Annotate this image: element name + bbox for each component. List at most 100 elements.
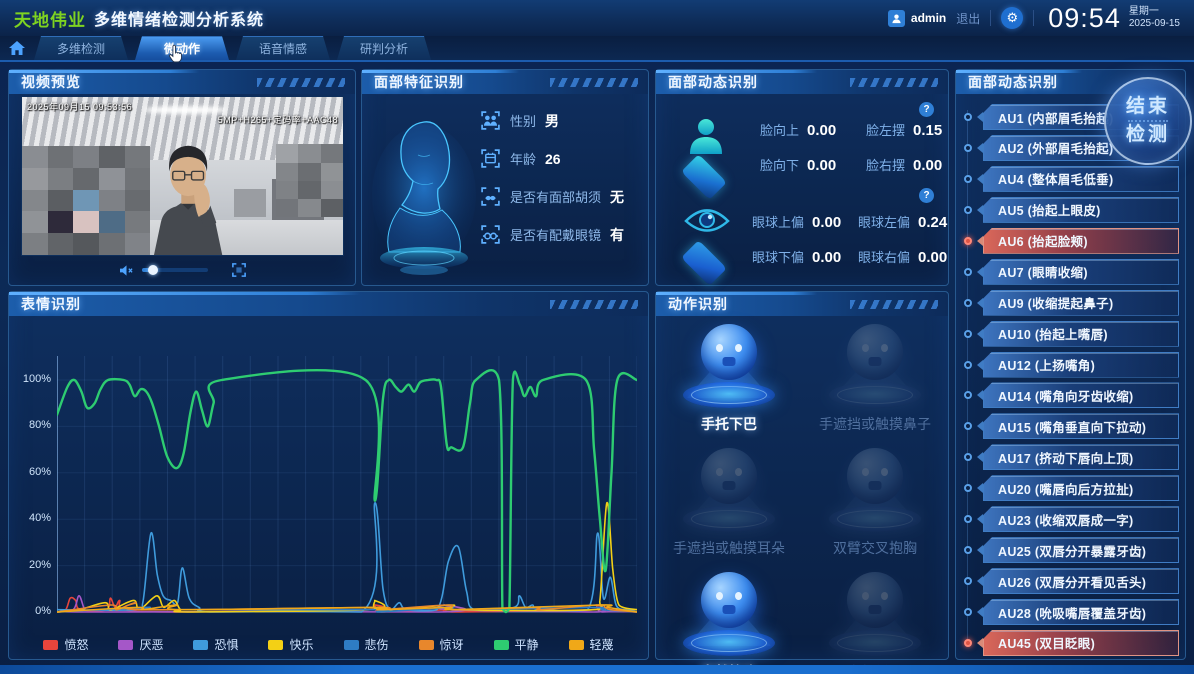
au-item[interactable]: AU20 (嘴唇向后方拉扯) [964,475,1179,501]
metric: 脸向下 0.00 [760,155,852,174]
au-item[interactable]: AU23 (收缩双唇成一字) [964,506,1179,532]
divider [1033,10,1034,26]
metric-label: 眼球左偏 [858,212,910,231]
au-item-box: AU45 (双目眨眼) [983,630,1179,656]
feature-label: 性别 [510,111,536,130]
fullscreen-icon[interactable] [232,263,246,277]
au-item[interactable]: AU6 (抬起脸颊) [964,228,1179,254]
metric-value: 0.00 [918,249,947,266]
panel-title: 视频预览 [9,72,81,92]
action-item[interactable]: 双臂交叉抱胸 [802,446,948,558]
mute-icon[interactable] [119,264,134,277]
feature-value: 有 [610,225,624,245]
mosaic-block [22,233,48,255]
video-datetime-overlay: 2025年09月15 09:53:56 [27,100,132,113]
legend-swatch [569,640,584,650]
au-item[interactable]: AU9 (收缩提起鼻子) [964,290,1179,316]
au-item-box: AU28 (吮吸嘴唇覆盖牙齿) [983,599,1179,625]
face-direction-icon [684,114,728,197]
feature-value: 无 [610,187,624,207]
panel-title: 面部动态识别 [656,72,758,92]
au-item[interactable]: AU15 (嘴角垂直向下拉动) [964,413,1179,439]
header-stripes-decoration [550,300,638,309]
legend-item: 愤怒 [43,636,88,653]
action-item[interactable]: 手遮挡或触摸鼻子 [802,322,948,434]
volume-slider[interactable] [142,268,208,272]
action-item[interactable]: 突然低头 [802,570,948,674]
face-orb-icon [701,324,757,380]
mosaic-block [73,233,99,255]
metric: 眼球下偏 0.00 [752,247,844,266]
au-item[interactable]: AU12 (上扬嘴角) [964,352,1179,378]
action-orb-stage [825,570,925,656]
au-item[interactable]: AU4 (整体眉毛低垂) [964,166,1179,192]
au-item-label: AU15 (嘴角垂直向下拉动) [984,417,1146,436]
action-label: 手托下巴 [701,414,757,434]
y-tick-label: 100% [17,373,51,385]
feature-value: 男 [545,111,559,131]
tab-voice-emotion[interactable]: 语音情感 [236,36,330,60]
settings-button[interactable]: ⚙ [1001,7,1023,29]
icon-platform [681,154,727,200]
mosaic-block [22,146,48,168]
hologram-platform [683,382,775,408]
eye-direction-group: 眼球上偏 0.00 眼球左偏 0.24 眼球下偏 0.00 眼球右偏 0.00 [656,206,948,286]
au-item-label: AU9 (收缩提起鼻子) [984,293,1113,312]
volume-knob[interactable] [148,265,158,275]
video-preview-panel: 视频预览 2025年09月15 09:53:56 5MP+H265+定码率+AA… [8,69,356,286]
mosaic-block [22,168,48,190]
au-item[interactable]: AU10 (抬起上嘴唇) [964,321,1179,347]
au-item[interactable]: AU14 (嘴角向牙齿收缩) [964,382,1179,408]
metric: 脸左摆 0.15 [866,120,958,139]
au-item[interactable]: AU26 (双唇分开看见舌头) [964,568,1179,594]
metric: 脸向上 0.00 [760,120,852,139]
panel-header: 表情识别 [9,292,648,316]
user-chip[interactable]: admin [888,10,946,27]
au-item-label: AU4 (整体眉毛低垂) [984,169,1113,188]
legend-item: 厌恶 [118,636,163,653]
action-item[interactable]: 突然抬头 [656,570,802,674]
au-item-label: AU28 (吮吸嘴唇覆盖牙齿) [984,603,1146,622]
mosaic-block [276,144,298,162]
au-item[interactable]: AU5 (抬起上眼皮) [964,197,1179,223]
mosaic-block [99,211,125,233]
au-item[interactable]: AU25 (双唇分开暴露牙齿) [964,537,1179,563]
home-button[interactable] [0,36,34,60]
au-item[interactable]: AU45 (双目眨眼) [964,630,1179,656]
logout-link[interactable]: 退出 [956,10,980,27]
au-item-box: AU4 (整体眉毛低垂) [983,166,1179,192]
legend-swatch [494,640,509,650]
mosaic-block [48,168,74,190]
glasses-icon [480,224,501,245]
video-frame[interactable]: 2025年09月15 09:53:56 5MP+H265+定码率+AAC48 [21,96,344,256]
au-status-dot [964,299,972,307]
tab-multidim[interactable]: 多维检测 [34,36,128,60]
date-label: 2025-09-15 [1129,18,1180,30]
gender-icon [480,110,501,131]
au-item[interactable]: AU17 (挤动下唇向上顶) [964,444,1179,470]
face-orb-icon [701,448,757,504]
au-item[interactable]: AU28 (吮吸嘴唇覆盖牙齿) [964,599,1179,625]
metric-row: 眼球上偏 0.00 眼球左偏 0.24 [752,212,950,231]
action-item[interactable]: 手遮挡或触摸耳朵 [656,446,802,558]
header-stripes-decoration [550,78,638,87]
end-detection-button[interactable]: 结束 检测 [1104,77,1192,165]
action-orb-stage [679,446,779,532]
metric: 眼球上偏 0.00 [752,212,844,231]
au-status-dot [964,206,972,214]
action-item[interactable]: 手托下巴 [656,322,802,434]
au-item-box: AU9 (收缩提起鼻子) [983,290,1179,316]
au-item[interactable]: AU7 (眼睛收缩) [964,259,1179,285]
legend-label: 厌恶 [139,636,163,653]
mosaic-block [298,199,320,217]
video-stream-overlay: 5MP+H265+定码率+AAC48 [218,113,338,126]
tab-analysis[interactable]: 研判分析 [337,36,431,60]
mosaic-block [22,190,48,212]
face-features-panel: 面部特征识别 性别 男 年龄 26 是否有 [361,69,649,286]
y-tick-label: 20% [17,559,51,571]
y-tick-label: 60% [17,466,51,478]
panel-title: 面部动态识别 [956,72,1058,92]
au-item-label: AU7 (眼睛收缩) [984,262,1088,281]
au-item-box: AU17 (挤动下唇向上顶) [983,444,1179,470]
tab-microaction[interactable]: 微动作 [135,36,229,60]
